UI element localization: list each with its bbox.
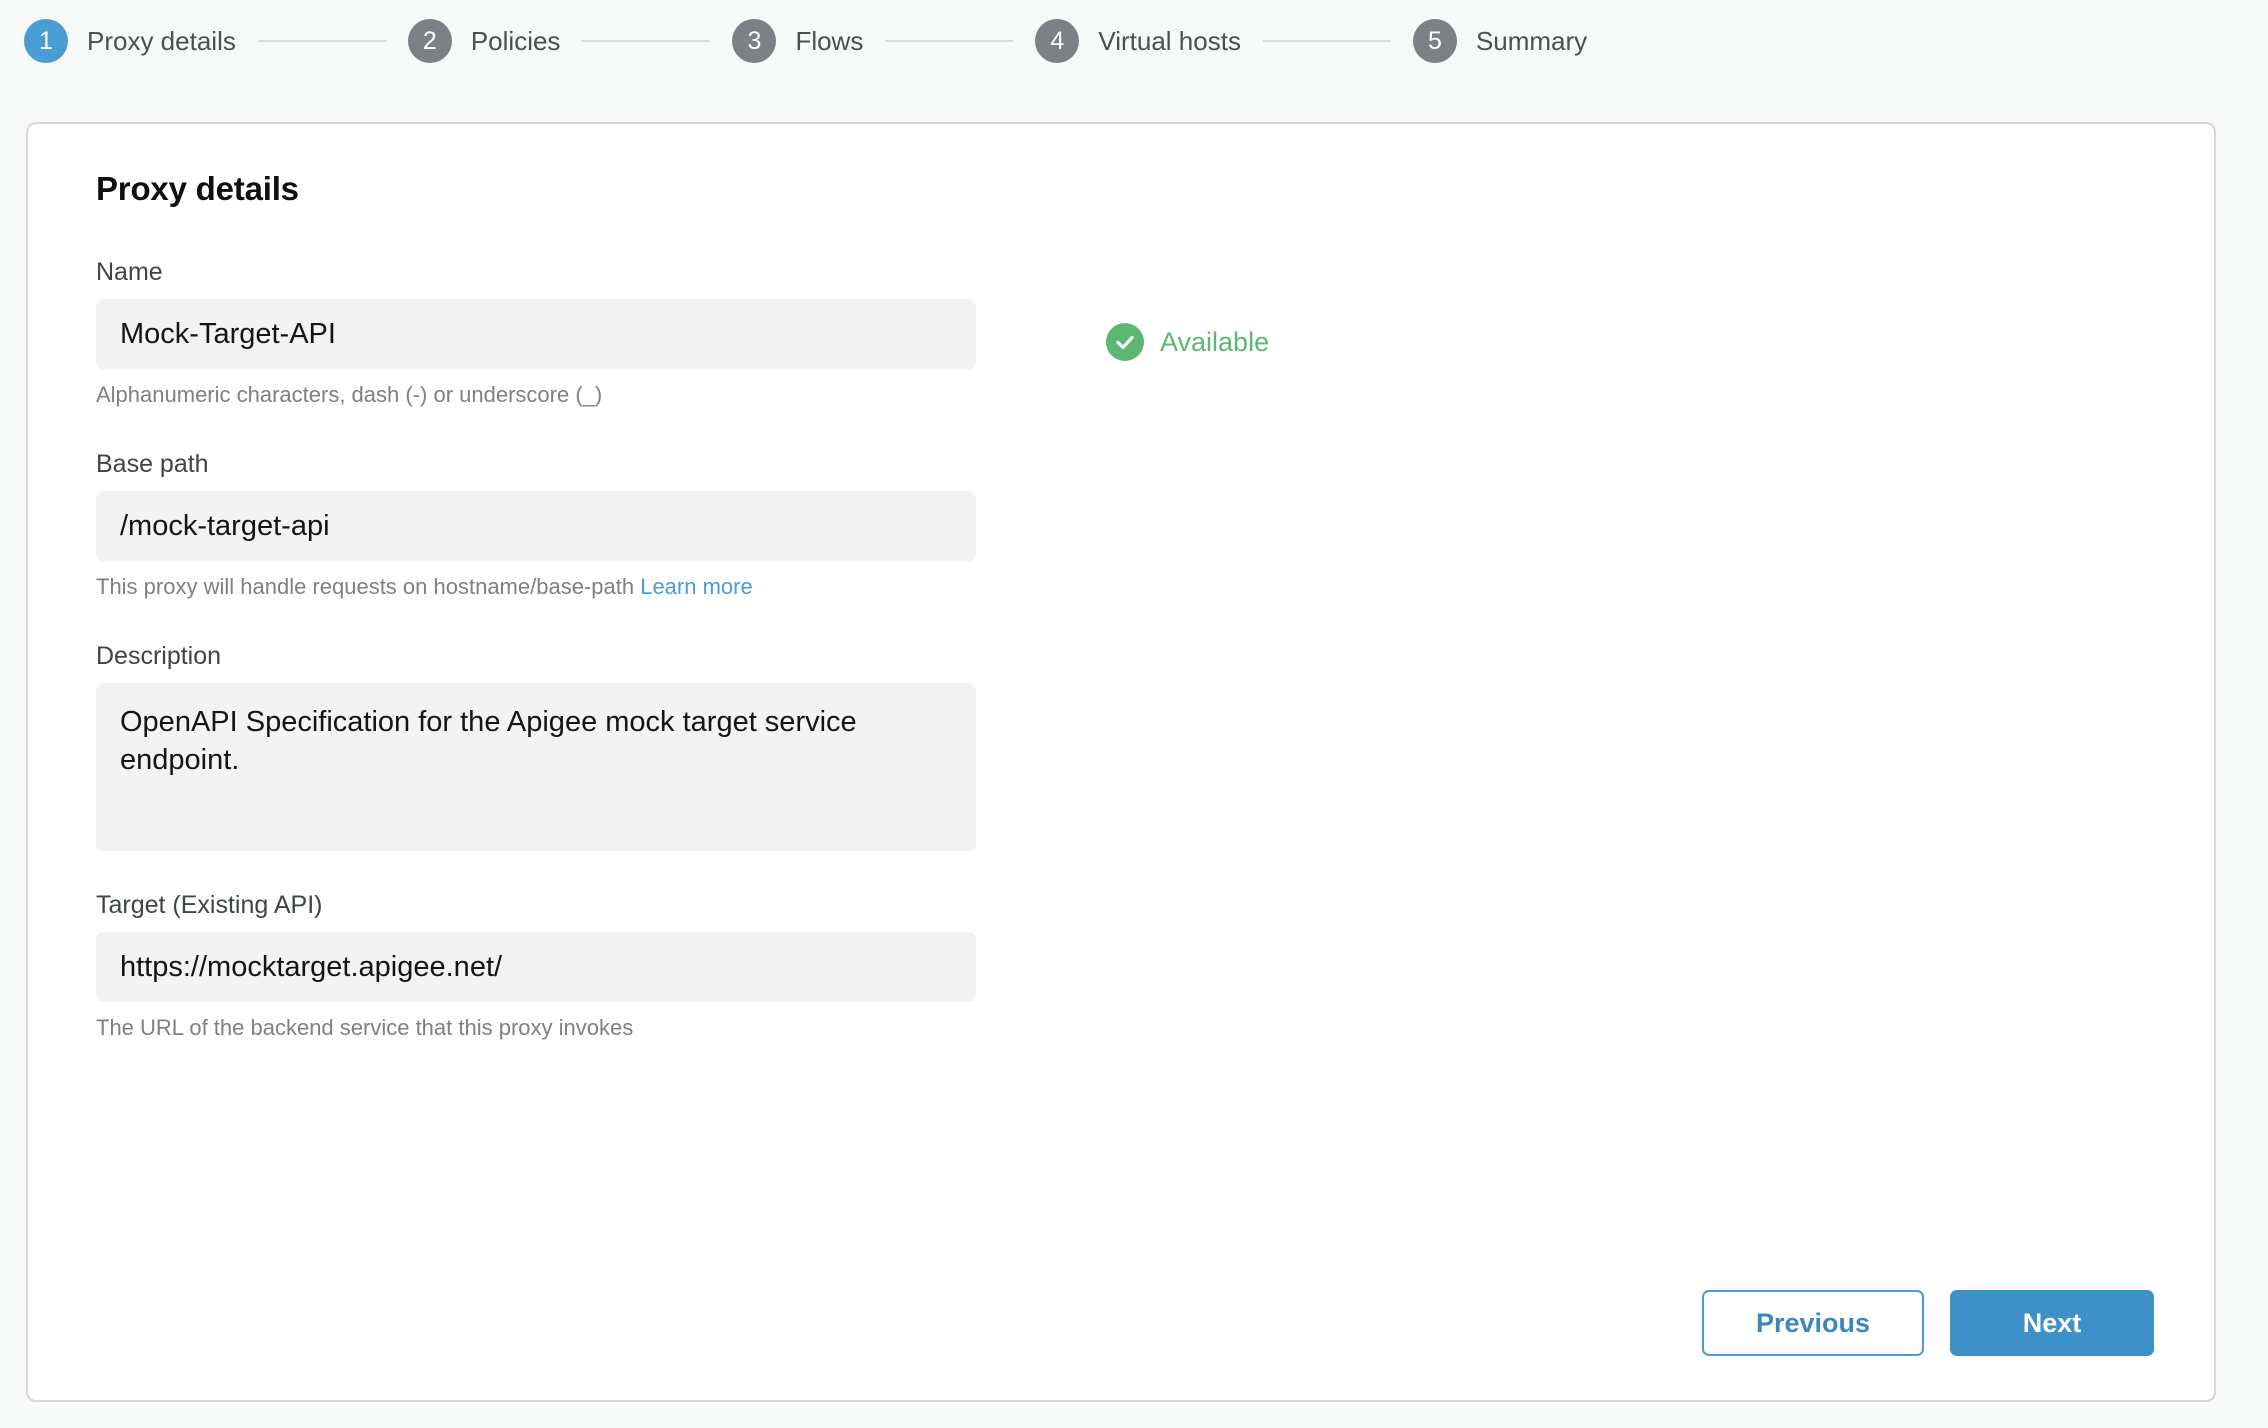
proxy-details-card: Proxy details Name Alphanumeric characte… xyxy=(26,122,2216,1402)
step-label: Policies xyxy=(470,25,561,56)
field-group-target: Target (Existing API) The URL of the bac… xyxy=(96,891,2154,1041)
stepper-step-virtual-hosts[interactable]: 4 Virtual hosts xyxy=(1035,19,1241,63)
target-input[interactable] xyxy=(96,932,976,1002)
wizard-stepper: 1 Proxy details 2 Policies 3 Flows 4 Vir… xyxy=(0,0,2268,82)
name-label: Name xyxy=(96,258,163,286)
base-path-help-label: This proxy will handle requests on hostn… xyxy=(96,574,635,599)
name-help-text: Alphanumeric characters, dash (-) or und… xyxy=(96,382,603,407)
card-footer: Previous Next xyxy=(1702,1290,2154,1356)
base-path-help-text: This proxy will handle requests on hostn… xyxy=(96,574,2154,600)
step-connector xyxy=(582,40,711,42)
step-number-badge: 2 xyxy=(407,19,452,63)
stepper-step-summary[interactable]: 5 Summary xyxy=(1412,19,1588,63)
step-number-badge: 1 xyxy=(24,19,68,63)
page-title: Proxy details xyxy=(96,170,299,207)
check-circle-icon xyxy=(1106,323,1144,361)
step-number-badge: 3 xyxy=(732,19,777,63)
target-help-text: The URL of the backend service that this… xyxy=(96,1015,634,1040)
base-path-label: Base path xyxy=(96,450,209,478)
description-textarea[interactable] xyxy=(96,683,976,851)
step-number-badge: 5 xyxy=(1412,19,1457,63)
description-label: Description xyxy=(96,642,222,670)
step-number-badge: 4 xyxy=(1035,19,1080,63)
step-label: Flows xyxy=(795,25,864,56)
field-group-description: Description xyxy=(96,642,2154,851)
stepper-step-flows[interactable]: 3 Flows xyxy=(732,19,863,63)
step-connector xyxy=(885,40,1014,42)
step-connector xyxy=(257,40,386,42)
status-badge: Available xyxy=(1160,326,1270,357)
field-group-name: Name Alphanumeric characters, dash (-) o… xyxy=(96,258,2154,408)
learn-more-link[interactable]: Learn more xyxy=(640,574,753,599)
stepper-step-policies[interactable]: 2 Policies xyxy=(407,19,561,63)
field-group-base-path: Base path This proxy will handle request… xyxy=(96,450,2154,600)
stepper-step-proxy-details[interactable]: 1 Proxy details xyxy=(24,19,236,63)
step-label: Proxy details xyxy=(87,25,236,56)
name-input[interactable] xyxy=(96,299,976,369)
next-button[interactable]: Next xyxy=(1950,1290,2154,1356)
name-availability-status: Available xyxy=(1106,323,1269,361)
previous-button[interactable]: Previous xyxy=(1702,1290,1924,1356)
target-label: Target (Existing API) xyxy=(96,891,323,919)
base-path-input[interactable] xyxy=(96,491,976,561)
step-label: Summary xyxy=(1475,25,1588,56)
step-connector xyxy=(1262,40,1391,42)
step-label: Virtual hosts xyxy=(1098,25,1241,56)
